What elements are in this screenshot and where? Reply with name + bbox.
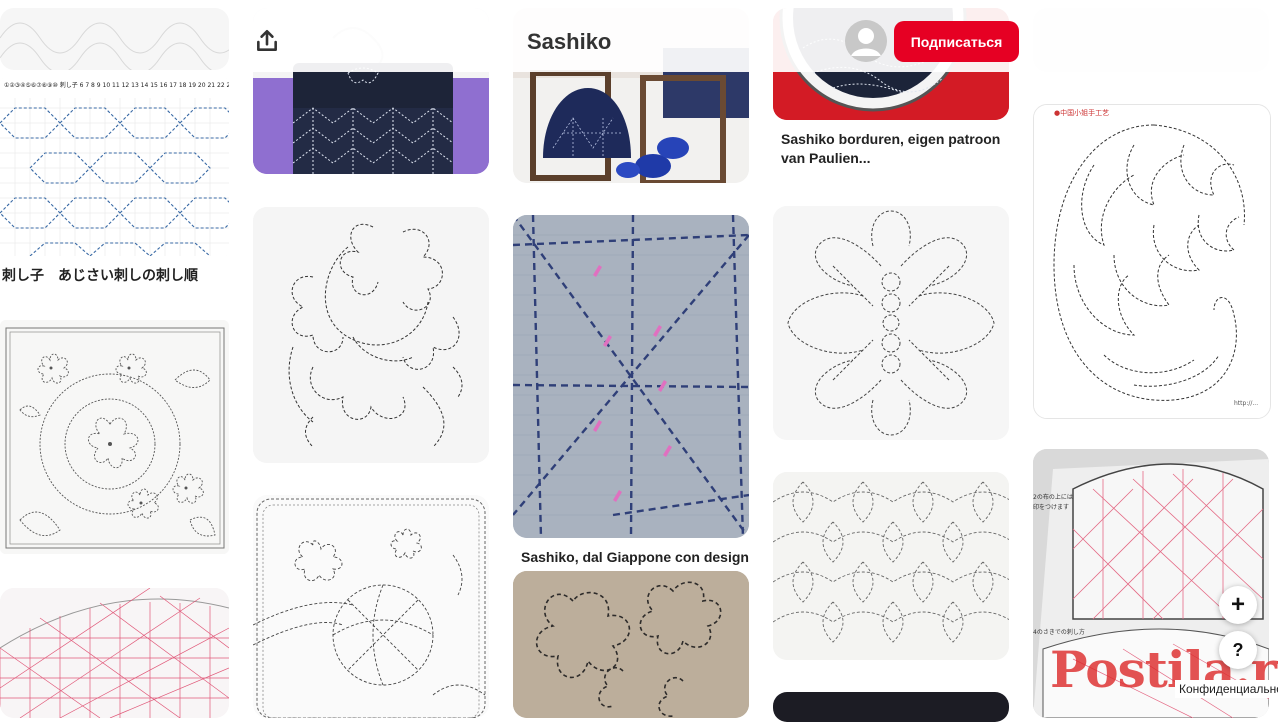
svg-text:印をつけます: 印をつけます bbox=[1033, 504, 1069, 511]
svg-text:2の布の上には: 2の布の上には bbox=[1033, 493, 1073, 501]
svg-text:①②③④⑤⑥⑦⑧⑨⑩ 刺し子 6 7 8 9 10 11 1: ①②③④⑤⑥⑦⑧⑨⑩ 刺し子 6 7 8 9 10 11 12 13 14 15… bbox=[4, 81, 229, 89]
pin-hexagon-pattern[interactable]: ①②③④⑤⑥⑦⑧⑨⑩ 刺し子 6 7 8 9 10 11 12 13 14 15… bbox=[0, 78, 229, 256]
pin-sakura-ball-pattern[interactable] bbox=[253, 495, 489, 718]
pin-caption-italy[interactable]: Sashiko, dal Giappone con design bbox=[521, 548, 749, 567]
avatar[interactable] bbox=[845, 20, 887, 62]
pin-caption-hydrangea[interactable]: 刺し子 あじさい刺しの刺し順 bbox=[2, 266, 198, 285]
pin-grid: ①②③④⑤⑥⑦⑧⑨⑩ 刺し子 6 7 8 9 10 11 12 13 14 15… bbox=[0, 0, 1278, 722]
pin-caption-dutch-line1: Sashiko borduren, eigen patroon bbox=[781, 131, 1001, 147]
pin-dark-bottom[interactable] bbox=[773, 692, 1009, 722]
pin-pink-grid-pattern[interactable] bbox=[0, 588, 229, 718]
pin-leaf-grid-pattern[interactable] bbox=[773, 472, 1009, 660]
user-icon bbox=[845, 20, 887, 62]
subscribe-button[interactable]: Подписаться bbox=[894, 21, 1019, 62]
board-header bbox=[250, 8, 1278, 72]
svg-text:●中国小姐手工艺: ●中国小姐手工艺 bbox=[1054, 108, 1109, 117]
pin-flower-swirl-pattern[interactable] bbox=[253, 207, 489, 463]
pin-feather-flower-pattern[interactable] bbox=[773, 206, 1009, 440]
privacy-link[interactable]: Конфиденциальность bbox=[1175, 680, 1278, 698]
share-icon[interactable] bbox=[254, 28, 280, 54]
pin-caption-dutch[interactable]: Sashiko borduren, eigen patroon van Paul… bbox=[781, 130, 1000, 168]
pin-stitch-closeup[interactable] bbox=[513, 215, 749, 538]
plus-icon: + bbox=[1230, 591, 1245, 618]
board-title: Sashiko bbox=[527, 29, 612, 54]
svg-text:http://...: http://... bbox=[1234, 400, 1258, 407]
pin-sakura-pattern[interactable] bbox=[0, 320, 229, 554]
pin-paisley-feather-pattern[interactable]: ●中国小姐手工艺 http://... bbox=[1033, 104, 1271, 419]
add-button[interactable]: + bbox=[1219, 586, 1257, 624]
pin-pattern-top[interactable] bbox=[0, 8, 229, 70]
question-icon: ? bbox=[1232, 639, 1244, 660]
pin-flower-fabric[interactable] bbox=[513, 571, 749, 718]
help-button[interactable]: ? bbox=[1219, 631, 1257, 669]
svg-text:4のさきでの刺し方: 4のさきでの刺し方 bbox=[1033, 628, 1085, 636]
pin-caption-dutch-line2: van Paulien... bbox=[781, 150, 871, 166]
